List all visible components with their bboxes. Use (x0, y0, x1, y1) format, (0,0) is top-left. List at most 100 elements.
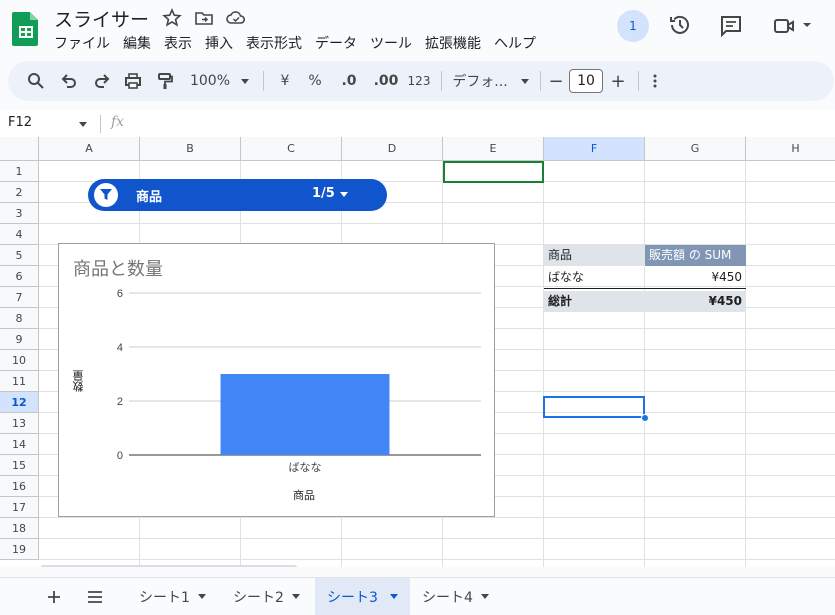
row-header-16[interactable]: 16 (0, 476, 39, 497)
zoom-dropdown-icon[interactable] (240, 78, 250, 86)
tab-sheet1[interactable]: シート1 (127, 578, 218, 615)
column-header-g[interactable]: G (645, 137, 746, 161)
tab-label: シート1 (139, 589, 190, 606)
tab-sheet2[interactable]: シート2 (221, 578, 312, 615)
tab-dropdown-icon[interactable] (291, 593, 300, 600)
redo-icon[interactable] (93, 72, 111, 90)
column-header-e[interactable]: E (443, 137, 544, 161)
column-header-f[interactable]: F (544, 137, 645, 161)
pivot-header-item[interactable]: 商品 (544, 245, 645, 266)
font-dropdown-icon[interactable] (520, 78, 530, 86)
row-header-2[interactable]: 2 (0, 182, 39, 203)
sheets-logo-icon[interactable] (12, 10, 40, 46)
column-header-c[interactable]: C (241, 137, 342, 161)
comments-icon[interactable] (719, 14, 743, 38)
cell-selection[interactable] (543, 396, 645, 418)
zoom-select[interactable]: 100% (188, 61, 232, 101)
menu-file[interactable]: ファイル (54, 33, 110, 53)
column-header-b[interactable]: B (140, 137, 241, 161)
select-all-corner[interactable] (0, 137, 39, 161)
paint-format-icon[interactable] (156, 72, 174, 90)
row-header-18[interactable]: 18 (0, 518, 39, 539)
chevron-down-icon[interactable] (802, 20, 812, 30)
column-header-h[interactable]: H (746, 137, 835, 161)
menu-edit[interactable]: 編集 (123, 33, 151, 53)
decrease-decimal-button[interactable]: .0 (336, 61, 362, 101)
chart[interactable]: 商品と数量 0 2 4 6 ばなな 商品 数量 (58, 243, 495, 517)
meet-icon[interactable] (772, 14, 796, 38)
menu-data[interactable]: データ (315, 33, 357, 53)
menu-help[interactable]: ヘルプ (494, 33, 536, 53)
star-icon[interactable] (162, 8, 182, 28)
decrease-font-size-button[interactable]: − (546, 61, 566, 101)
grid-vline (644, 161, 645, 567)
row-header-1[interactable]: 1 (0, 161, 39, 182)
document-title[interactable]: スライサー (54, 5, 149, 32)
pivot-row-value[interactable]: ¥450 (645, 267, 746, 288)
currency-format-button[interactable]: ¥ (274, 61, 296, 101)
all-sheets-icon[interactable] (87, 590, 103, 604)
menu-insert[interactable]: 挿入 (205, 33, 233, 53)
increase-font-size-button[interactable]: + (608, 61, 628, 101)
cell-e1-highlight[interactable] (443, 161, 544, 183)
row-header-9[interactable]: 9 (0, 329, 39, 350)
pivot-header-value[interactable]: 販売額 の SUM (645, 245, 746, 266)
move-folder-icon[interactable] (194, 8, 214, 28)
tab-label: シート3 (327, 589, 378, 606)
toolbar-divider (263, 71, 264, 91)
chart-plot: 0 2 4 6 ばなな (117, 288, 481, 474)
row-header-12[interactable]: 12 (0, 392, 39, 413)
menu-tools[interactable]: ツール (370, 33, 412, 53)
menu-format[interactable]: 表示形式 (246, 33, 302, 53)
menu-view[interactable]: 表示 (164, 33, 192, 53)
increase-decimal-button[interactable]: .00 (370, 61, 402, 101)
name-box[interactable]: F12 (8, 115, 32, 130)
tab-sheet4[interactable]: シート4 (410, 578, 501, 615)
row-header-6[interactable]: 6 (0, 266, 39, 287)
row-header-17[interactable]: 17 (0, 497, 39, 518)
slicer-dropdown-icon[interactable] (340, 192, 348, 198)
toolbar-divider (638, 71, 639, 91)
tab-dropdown-icon[interactable] (389, 593, 398, 600)
row-header-3[interactable]: 3 (0, 203, 39, 224)
tab-label: シート4 (422, 589, 473, 606)
horizontal-scrollbar[interactable] (40, 565, 298, 567)
slicer[interactable]: 商品 1/5 (88, 179, 387, 211)
row-header-13[interactable]: 13 (0, 413, 39, 434)
undo-icon[interactable] (60, 72, 78, 90)
name-box-dropdown-icon[interactable] (78, 121, 88, 129)
tab-dropdown-icon[interactable] (197, 593, 206, 600)
version-history-icon[interactable] (668, 13, 692, 37)
row-header-11[interactable]: 11 (0, 371, 39, 392)
slicer-count[interactable]: 1/5 (312, 186, 335, 201)
column-header-a[interactable]: A (39, 137, 140, 161)
tab-sheet3[interactable]: シート3 (315, 578, 410, 615)
print-icon[interactable] (124, 72, 142, 90)
search-icon[interactable] (27, 72, 45, 90)
menu-extensions[interactable]: 拡張機能 (425, 33, 481, 53)
more-options-icon[interactable] (651, 73, 659, 89)
chart-bar[interactable] (220, 374, 390, 455)
pivot-total-value[interactable]: ¥450 (645, 291, 746, 312)
row-header-8[interactable]: 8 (0, 308, 39, 329)
row-header-10[interactable]: 10 (0, 350, 39, 371)
row-header-7[interactable]: 7 (0, 287, 39, 308)
row-header-19[interactable]: 19 (0, 539, 39, 560)
number-format-button[interactable]: 123 (406, 61, 432, 101)
percent-format-button[interactable]: % (304, 61, 326, 101)
tab-dropdown-icon[interactable] (480, 593, 489, 600)
add-sheet-icon[interactable] (47, 590, 61, 604)
column-header-d[interactable]: D (342, 137, 443, 161)
row-header-15[interactable]: 15 (0, 455, 39, 476)
toolbar: 100% ¥ % .0 .00 123 デフォ... − 10 + (8, 61, 834, 101)
row-header-14[interactable]: 14 (0, 434, 39, 455)
font-family-select[interactable]: デフォ... (448, 61, 512, 101)
row-header-5[interactable]: 5 (0, 245, 39, 266)
cloud-saved-icon[interactable] (226, 8, 246, 28)
font-size-input[interactable]: 10 (569, 69, 603, 93)
pivot-row-item[interactable]: ばなな (544, 267, 645, 288)
pivot-total-label[interactable]: 総計 (544, 291, 645, 312)
row-header-4[interactable]: 4 (0, 224, 39, 245)
fill-handle[interactable] (641, 414, 649, 422)
active-users-avatar[interactable]: 1 (617, 10, 649, 42)
